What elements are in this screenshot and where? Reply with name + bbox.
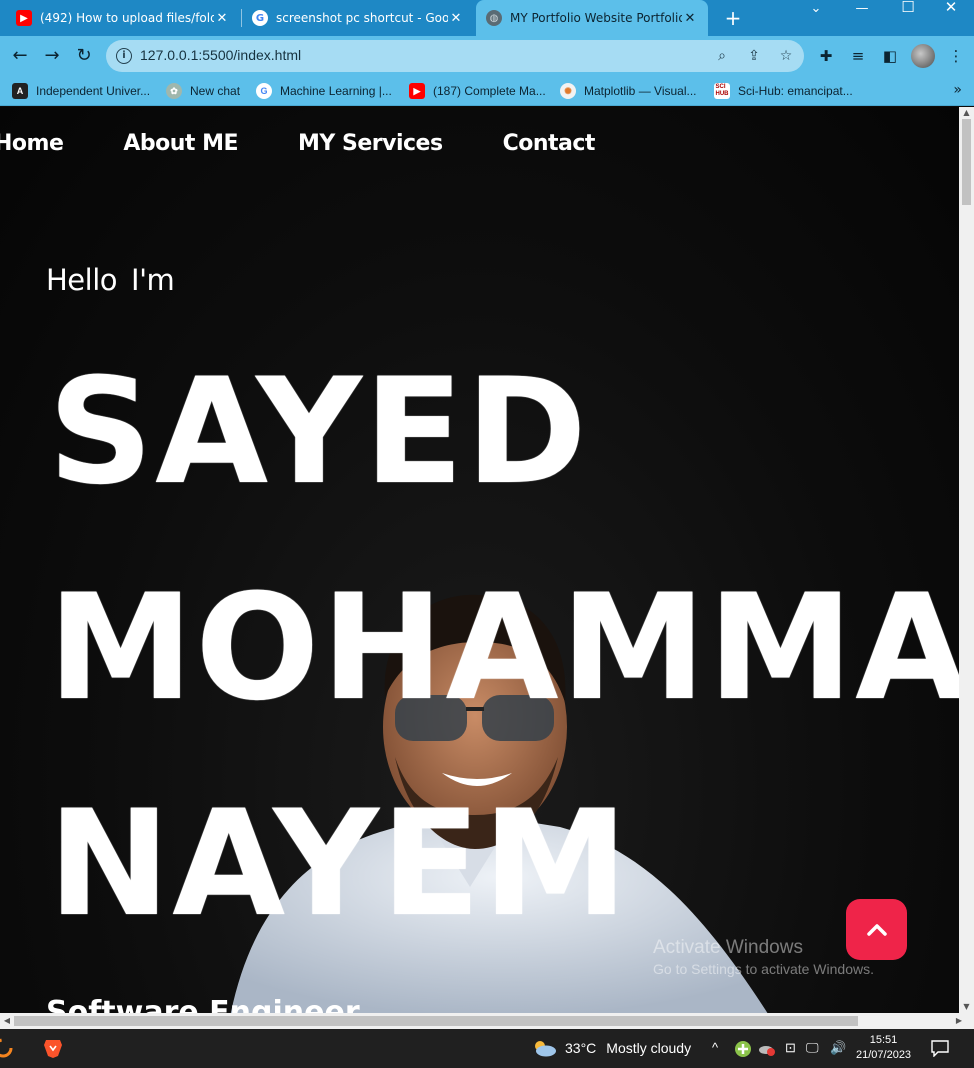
tab-portfolio[interactable]: ◍ MY Portfolio Website Portfolio ✕	[476, 0, 708, 36]
side-panel-icon[interactable]: ◧	[878, 44, 902, 68]
tab-search-icon[interactable]: ⌄	[793, 2, 839, 34]
site-nav: Home About ME MY Services Contact	[0, 131, 655, 156]
clock-date: 21/07/2023	[856, 1049, 912, 1061]
app-icon[interactable]	[0, 1037, 14, 1059]
url-text[interactable]: 127.0.0.1:5500/index.html	[140, 47, 301, 63]
chevron-up-icon	[866, 923, 887, 936]
greeting-im: I'm	[131, 263, 175, 297]
google-icon: G	[252, 10, 268, 26]
scroll-down-arrow-icon[interactable]: ▼	[959, 1001, 974, 1013]
angular-icon: A	[12, 83, 28, 99]
page-viewport: Home About ME MY Services Contact Hello I…	[0, 107, 959, 1013]
site-info-icon[interactable]: i	[116, 48, 132, 64]
watermark-subtitle: Go to Settings to activate Windows.	[653, 961, 874, 977]
bookmark-star-icon[interactable]: ☆	[776, 46, 796, 66]
close-tab-icon[interactable]: ✕	[448, 11, 464, 26]
meet-now-icon[interactable]: ⊡	[785, 1040, 796, 1056]
reload-icon[interactable]: ↻	[72, 44, 96, 68]
new-tab-button[interactable]: +	[720, 5, 746, 31]
bookmark-label: Sci-Hub: emancipat...	[738, 84, 853, 98]
scihub-icon: SCI HUB	[714, 83, 730, 99]
media-control-icon[interactable]: ≡	[846, 44, 870, 68]
scroll-up-arrow-icon[interactable]: ▲	[959, 107, 974, 119]
vertical-scrollbar[interactable]: ▲ ▼	[959, 107, 974, 1013]
close-tab-icon[interactable]: ✕	[682, 11, 698, 26]
nav-contact[interactable]: Contact	[503, 131, 596, 156]
bookmark-label: (187) Complete Ma...	[433, 84, 546, 98]
bookmark-label: Machine Learning |...	[280, 84, 392, 98]
bookmark-label: New chat	[190, 84, 241, 98]
windows-taskbar: 33°C Mostly cloudy ^ ⊡ 🖵 🔊 15:51 21/07/2…	[0, 1029, 974, 1068]
back-icon[interactable]: ←	[8, 44, 32, 68]
bookmark-item[interactable]: A Independent Univer...	[12, 81, 150, 101]
tab-youtube[interactable]: ▶ (492) How to upload files/folder ✕	[6, 0, 240, 36]
youtube-icon: ▶	[16, 10, 32, 26]
security-shield-icon[interactable]	[734, 1040, 752, 1058]
bookmarks-bar: A Independent Univer... ✿ New chat G Mac…	[0, 76, 974, 106]
bookmarks-overflow-icon[interactable]: »	[953, 82, 962, 98]
share-icon[interactable]: ⇪	[744, 46, 764, 66]
vertical-scroll-thumb[interactable]	[962, 119, 971, 205]
scroll-left-arrow-icon[interactable]: ◀	[0, 1013, 14, 1029]
scroll-right-arrow-icon[interactable]: ▶	[952, 1013, 966, 1029]
greeting-hello: Hello	[46, 263, 118, 297]
bookmark-item[interactable]: ✿ New chat	[166, 81, 240, 101]
openai-icon: ✿	[166, 83, 182, 99]
minimize-icon[interactable]: —	[839, 2, 885, 34]
chevron-up-icon[interactable]: ^	[712, 1040, 718, 1055]
hero-name-line-2: MOHAMMAD	[48, 563, 959, 733]
globe-icon: ◍	[486, 10, 502, 26]
nav-about[interactable]: About ME	[123, 131, 238, 156]
extensions-icon[interactable]: ✚	[814, 44, 838, 68]
browser-toolbar: ← → ↻ i 127.0.0.1:5500/index.html ⌕ ⇪ ☆ …	[0, 36, 974, 76]
horizontal-scrollbar[interactable]: ◀ ▶	[0, 1013, 974, 1029]
watermark-title: Activate Windows	[653, 937, 803, 958]
hero-subtitle: Software Engineer	[46, 995, 360, 1013]
browser-tab-strip: ▶ (492) How to upload files/folder ✕ G s…	[0, 0, 974, 36]
forward-icon[interactable]: →	[40, 44, 64, 68]
nav-services[interactable]: MY Services	[298, 131, 443, 156]
weather-temperature: 33°C	[565, 1040, 597, 1056]
clock-time: 15:51	[869, 1034, 898, 1046]
nav-home[interactable]: Home	[0, 131, 64, 156]
scroll-to-top-button[interactable]	[846, 899, 907, 960]
close-window-icon[interactable]: ✕	[928, 0, 974, 32]
zoom-icon[interactable]: ⌕	[712, 46, 732, 66]
cloud-sun-icon	[535, 1041, 556, 1057]
hero-name-line-3: NAYEM	[48, 779, 630, 949]
bookmark-label: Matplotlib — Visual...	[584, 84, 697, 98]
tab-title: MY Portfolio Website Portfolio	[510, 11, 682, 25]
tab-google[interactable]: G screenshot pc shortcut - Google ✕	[242, 0, 474, 36]
address-bar[interactable]: i 127.0.0.1:5500/index.html ⌕ ⇪ ☆	[106, 40, 804, 72]
tab-title: (492) How to upload files/folder	[40, 11, 214, 25]
close-tab-icon[interactable]: ✕	[214, 11, 230, 26]
bookmark-item[interactable]: ✺ Matplotlib — Visual...	[560, 81, 697, 101]
brave-browser-icon[interactable]	[42, 1037, 64, 1059]
weather-widget[interactable]: 33°C Mostly cloudy	[531, 1039, 691, 1057]
weather-condition: Mostly cloudy	[606, 1040, 692, 1056]
system-clock[interactable]: 15:51 21/07/2023	[856, 1033, 911, 1063]
bookmark-item[interactable]: G Machine Learning |...	[256, 81, 392, 101]
youtube-icon: ▶	[409, 83, 425, 99]
bookmark-label: Independent Univer...	[36, 84, 151, 98]
profile-avatar[interactable]	[911, 44, 935, 68]
horizontal-scroll-thumb[interactable]	[14, 1016, 858, 1026]
volume-icon[interactable]: 🔊	[830, 1040, 846, 1056]
hero-name-line-1: SAYED	[48, 347, 589, 517]
bookmark-item[interactable]: ▶ (187) Complete Ma...	[409, 81, 546, 101]
tab-title: screenshot pc shortcut - Google	[276, 11, 448, 25]
bookmark-item[interactable]: SCI HUB Sci-Hub: emancipat...	[714, 81, 853, 101]
matplotlib-icon: ✺	[560, 83, 576, 99]
greeting: Hello I'm	[46, 263, 175, 297]
onedrive-error-icon[interactable]	[758, 1041, 776, 1057]
menu-icon[interactable]: ⋮	[944, 44, 968, 68]
maximize-icon[interactable]: ☐	[885, 0, 931, 32]
google-icon: G	[256, 83, 272, 99]
windows-activation-watermark: Activate Windows Go to Settings to activ…	[653, 937, 874, 977]
notification-center-icon[interactable]	[930, 1039, 950, 1057]
network-icon[interactable]: 🖵	[806, 1040, 819, 1056]
